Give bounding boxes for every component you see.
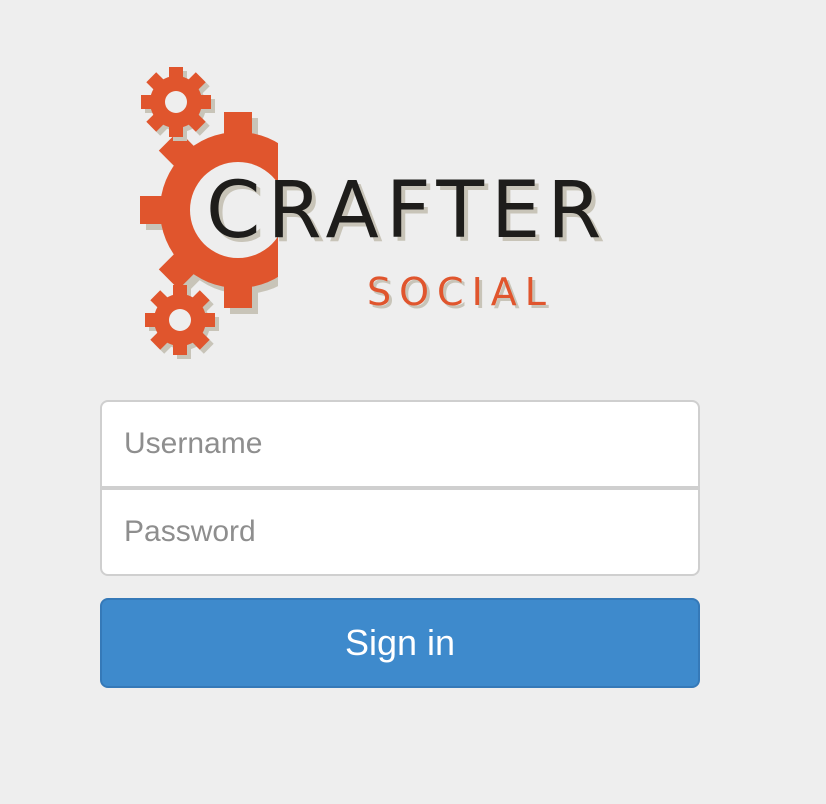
sub-word: SOCIAL	[367, 270, 554, 314]
crafter-social-logo: CRAFTER CRAFTER SOCIAL SOCIAL	[140, 67, 608, 359]
login-form: Sign in	[100, 400, 700, 688]
password-input[interactable]	[100, 488, 700, 576]
sign-in-button[interactable]: Sign in	[100, 598, 700, 688]
brand-word: CRAFTER	[206, 166, 608, 256]
username-input[interactable]	[100, 400, 700, 488]
login-page: CRAFTER CRAFTER SOCIAL SOCIAL Sign in	[0, 0, 826, 804]
